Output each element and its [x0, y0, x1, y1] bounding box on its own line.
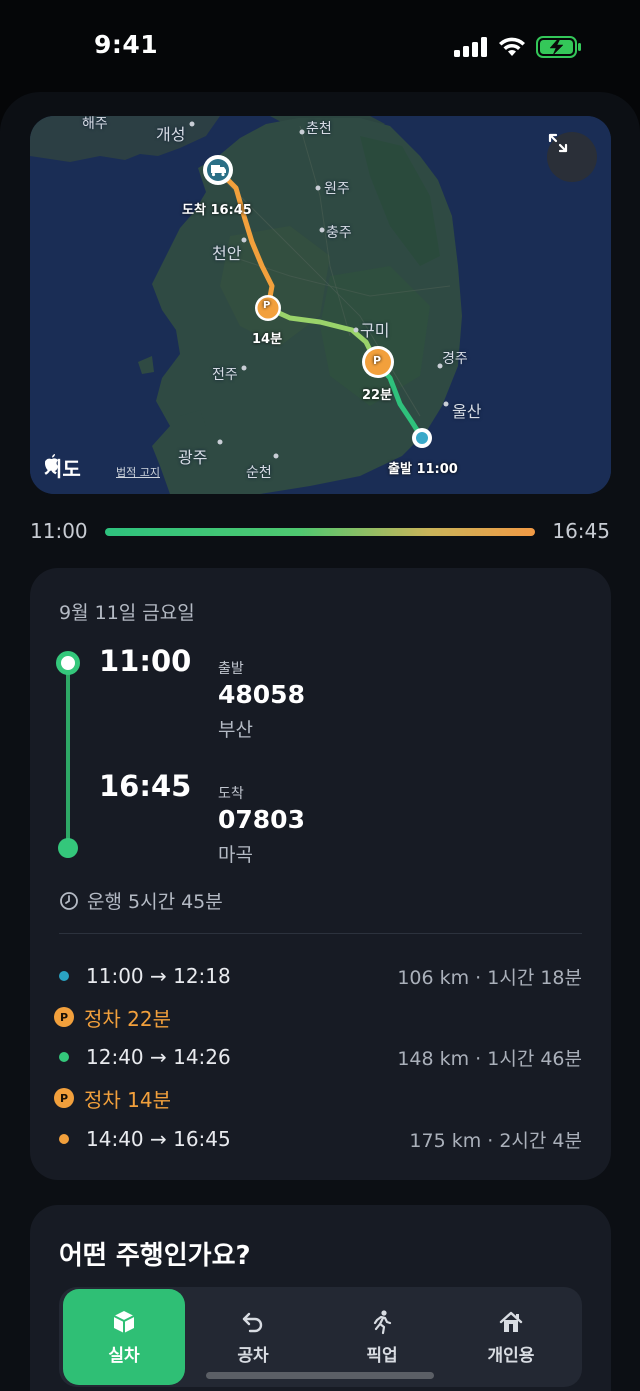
- battery-charging-icon: [536, 36, 581, 58]
- start-marker-icon: [412, 428, 432, 448]
- stop-text: 정차 22분: [84, 1006, 172, 1031]
- map-label-chungju: 충주: [326, 225, 352, 241]
- timeline-start: 11:00: [30, 519, 88, 543]
- trip-track-line: [66, 664, 70, 850]
- divider: [59, 933, 582, 934]
- departure-code: 48058: [218, 680, 305, 709]
- truck-marker-icon: [203, 155, 233, 185]
- map-label-gumi: 구미: [360, 321, 390, 340]
- segment-time: 11:00 → 12:18: [86, 964, 231, 988]
- trip-card: 9월 11일 금요일 11:00 출발 48058 부산 16:45 도착 07…: [30, 568, 611, 1180]
- trip-duration-text: 운행 5시간 45분: [87, 891, 223, 913]
- package-icon: [113, 1310, 135, 1333]
- apple-logo-icon: [45, 454, 59, 471]
- arrival-dot: [58, 838, 78, 858]
- map-label-jeonju: 전주: [212, 367, 238, 383]
- home-indicator[interactable]: [206, 1372, 434, 1379]
- wifi-icon: [499, 37, 525, 56]
- return-arrow-icon: [242, 1312, 263, 1332]
- map-label-chuncheon: 춘천: [306, 121, 332, 137]
- map-label-wonju: 원주: [324, 181, 350, 197]
- map-label-cheonan: 천안: [212, 244, 242, 263]
- drive-type-title: 어떤 주행인가요?: [59, 1241, 251, 1271]
- map-canvas: [30, 116, 611, 494]
- segment-row: 11:00 → 12:18 106 km · 1시간 18분: [54, 961, 582, 991]
- option-empty[interactable]: 공차: [192, 1289, 314, 1385]
- option-label: 픽업: [366, 1345, 398, 1366]
- parking-letter: P: [373, 354, 382, 367]
- arrival-place: 마곡: [218, 844, 253, 866]
- map-label-gaeseong: 개성: [156, 125, 186, 144]
- map-stop2-label: 22분: [362, 388, 393, 403]
- departure-dot: [56, 651, 80, 675]
- trip-duration: 운행 5시간 45분: [59, 887, 223, 914]
- option-label: 개인용: [487, 1345, 535, 1366]
- departure-time: 11:00: [99, 644, 192, 678]
- option-label: 실차: [108, 1345, 140, 1366]
- parking-badge-icon: P: [54, 1007, 74, 1027]
- segment-info: 148 km · 1시간 46분: [397, 1047, 582, 1070]
- map-label-gwangju: 광주: [178, 448, 208, 467]
- arrival-time: 16:45: [99, 769, 192, 803]
- departure-place: 부산: [218, 719, 253, 741]
- segment-dot: [59, 1134, 69, 1144]
- segment-dot: [59, 971, 69, 981]
- segment-dot: [59, 1052, 69, 1062]
- map-label-haeju: 해주: [82, 116, 108, 132]
- segment-time: 12:40 → 14:26: [86, 1045, 231, 1069]
- segment-info: 106 km · 1시간 18분: [397, 966, 582, 989]
- parking-letter: P: [263, 300, 271, 311]
- map-label-suncheon: 순천: [246, 465, 272, 481]
- trip-date: 9월 11일 금요일: [59, 602, 195, 624]
- home-icon: [499, 1311, 523, 1332]
- map-departure-label: 출발 11:00: [388, 462, 458, 477]
- apple-maps-logo: 지도: [44, 453, 81, 482]
- map-label-gyeongju: 경주: [442, 351, 468, 367]
- status-icons: [454, 36, 582, 58]
- stop-text: 정차 14분: [84, 1087, 172, 1112]
- running-person-icon: [373, 1309, 392, 1334]
- clock-icon: [60, 891, 78, 910]
- status-time: 9:41: [94, 30, 159, 59]
- route-map[interactable]: P P 해주 개성 춘천 원주 충주 천안 구미 경주 울산 전주 광주 순천 …: [30, 116, 611, 494]
- segment-row: 14:40 → 16:45 175 km · 2시간 4분: [54, 1124, 582, 1154]
- stop-row: P 정차 22분: [54, 1002, 582, 1032]
- expand-icon: [548, 133, 568, 153]
- option-label: 공차: [237, 1345, 269, 1366]
- status-bar: 9:41: [0, 0, 640, 90]
- segment-time: 14:40 → 16:45: [86, 1127, 231, 1151]
- map-arrival-label: 도착 16:45: [182, 203, 252, 218]
- map-label-ulsan: 울산: [452, 402, 482, 421]
- map-stop1-label: 14분: [252, 332, 283, 347]
- arrival-kind: 도착: [218, 786, 244, 802]
- departure-kind: 출발: [218, 661, 244, 677]
- timeline-bar: [105, 528, 535, 536]
- expand-map-button[interactable]: [547, 132, 597, 182]
- cellular-signal-icon: [454, 37, 487, 57]
- option-personal[interactable]: 개인용: [450, 1289, 572, 1385]
- timeline-end: 16:45: [552, 519, 610, 543]
- parking-badge-icon: P: [54, 1088, 74, 1108]
- segment-info: 175 km · 2시간 4분: [409, 1129, 582, 1152]
- legal-link[interactable]: 법적 고지: [116, 464, 160, 480]
- arrival-code: 07803: [218, 805, 305, 834]
- drive-type-card: 어떤 주행인가요? 실차 공차 픽업 개인용: [30, 1205, 611, 1391]
- option-pickup[interactable]: 픽업: [321, 1289, 443, 1385]
- option-loaded[interactable]: 실차: [63, 1289, 185, 1385]
- segment-row: 12:40 → 14:26 148 km · 1시간 46분: [54, 1042, 582, 1072]
- stop-row: P 정차 14분: [54, 1083, 582, 1113]
